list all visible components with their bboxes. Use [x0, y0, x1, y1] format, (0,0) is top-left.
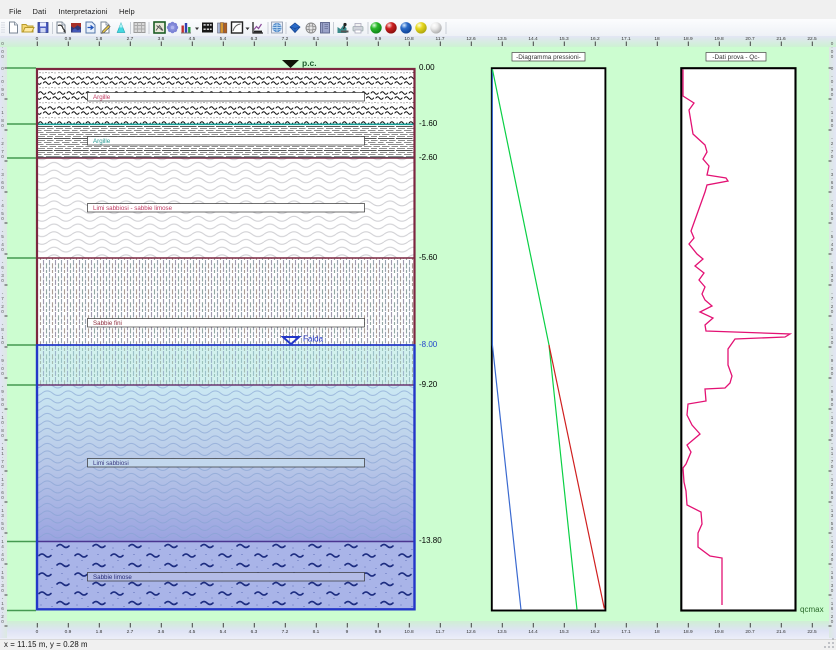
- svg-text:0: 0: [1, 216, 4, 221]
- svg-text:0: 0: [831, 309, 834, 314]
- svg-text:0: 0: [1, 588, 4, 593]
- svg-text:0: 0: [831, 92, 834, 97]
- svg-text:0: 0: [831, 433, 834, 438]
- svg-text:0: 0: [1, 557, 4, 562]
- svg-text:0: 0: [1, 92, 4, 97]
- svg-text:0: 0: [831, 402, 834, 407]
- svg-text:0: 0: [1, 526, 4, 531]
- svg-text:p.c.: p.c.: [302, 58, 317, 68]
- svg-text:0: 0: [831, 185, 834, 190]
- svg-text:Falda: Falda: [303, 335, 324, 344]
- svg-text:-Diagramma pressioni-: -Diagramma pressioni-: [516, 54, 581, 61]
- svg-text:0: 0: [831, 66, 834, 71]
- svg-text:0: 0: [1, 278, 4, 283]
- svg-text:Argille: Argille: [93, 138, 111, 145]
- svg-text:0: 0: [831, 371, 834, 376]
- svg-text:0: 0: [831, 619, 834, 624]
- svg-text:0: 0: [1, 464, 4, 469]
- svg-text:Limi sabbiosi - sabbie limose: Limi sabbiosi - sabbie limose: [93, 205, 173, 212]
- svg-text:0: 0: [831, 247, 834, 252]
- svg-text:0: 0: [1, 309, 4, 314]
- svg-text:0: 0: [831, 588, 834, 593]
- svg-text:-Dati prova - Qc-: -Dati prova - Qc-: [712, 54, 759, 61]
- svg-text:Limi sabbiosi: Limi sabbiosi: [93, 460, 129, 467]
- svg-text:0: 0: [1, 340, 4, 345]
- svg-text:0: 0: [1, 495, 4, 500]
- svg-text:Sabbie limose: Sabbie limose: [93, 574, 132, 581]
- svg-text:0: 0: [831, 526, 834, 531]
- svg-text:Sabbie fini: Sabbie fini: [93, 320, 122, 327]
- svg-text:0: 0: [1, 154, 4, 159]
- svg-text:0: 0: [831, 495, 834, 500]
- svg-text:0: 0: [1, 402, 4, 407]
- svg-text:0: 0: [1, 66, 4, 71]
- svg-text:0: 0: [831, 54, 834, 59]
- svg-text:0: 0: [831, 340, 834, 345]
- svg-text:0: 0: [1, 619, 4, 624]
- svg-text:0: 0: [831, 154, 834, 159]
- svg-text:0: 0: [1, 433, 4, 438]
- svg-text:0: 0: [1, 123, 4, 128]
- svg-text:0: 0: [831, 216, 834, 221]
- svg-text:0: 0: [831, 557, 834, 562]
- svg-text:0: 0: [831, 123, 834, 128]
- svg-text:0: 0: [1, 54, 4, 59]
- svg-text:0: 0: [831, 464, 834, 469]
- svg-text:Argille: Argille: [93, 94, 111, 101]
- svg-text:0: 0: [831, 278, 834, 283]
- svg-text:0: 0: [1, 185, 4, 190]
- svg-text:0: 0: [1, 371, 4, 376]
- svg-text:0: 0: [1, 247, 4, 252]
